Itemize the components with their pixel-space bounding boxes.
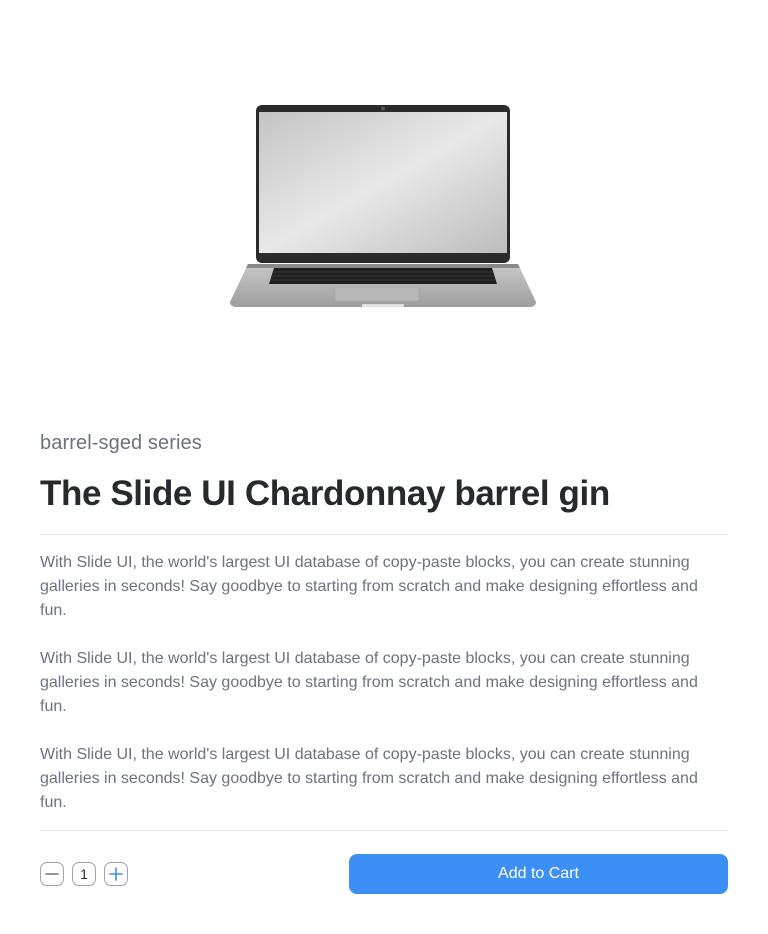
product-series: barrel-sged series <box>40 432 202 454</box>
increment-button[interactable] <box>104 862 128 886</box>
product-description: With Slide UI, the world's largest UI da… <box>40 551 728 839</box>
description-paragraph: With Slide UI, the world's largest UI da… <box>40 650 698 715</box>
quantity-value[interactable]: 1 <box>72 862 96 886</box>
description-paragraph: With Slide UI, the world's largest UI da… <box>40 554 698 619</box>
decrement-button[interactable] <box>40 862 64 886</box>
laptop-illustration <box>230 105 536 307</box>
add-to-cart-button[interactable]: Add to Cart <box>349 854 728 894</box>
product-image <box>40 40 728 360</box>
quantity-stepper: 1 <box>40 862 128 886</box>
divider <box>40 534 728 535</box>
description-paragraph: With Slide UI, the world's largest UI da… <box>40 746 698 811</box>
divider <box>40 830 728 831</box>
product-title: The Slide UI Chardonnay barrel gin <box>40 474 610 513</box>
plus-icon <box>109 867 123 881</box>
minus-icon <box>45 873 59 875</box>
